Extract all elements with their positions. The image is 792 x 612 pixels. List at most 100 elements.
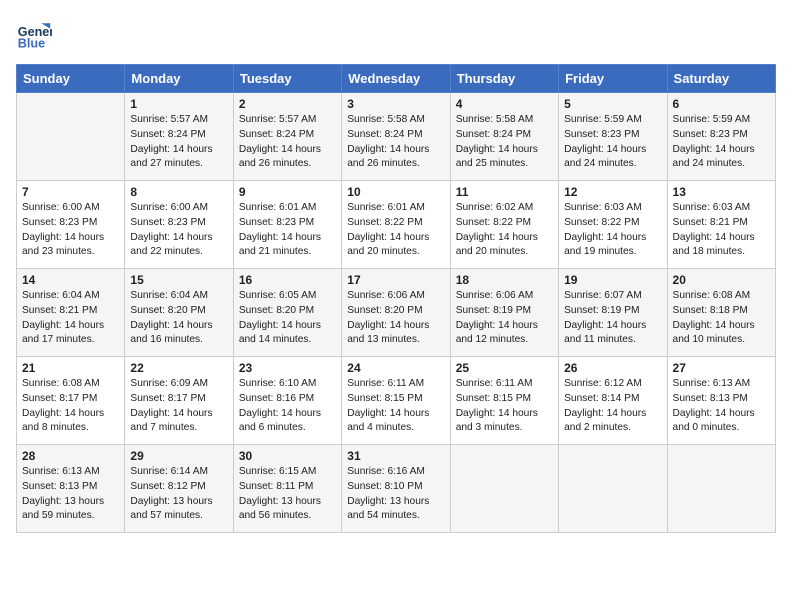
calendar-cell: 22 Sunrise: 6:09 AM Sunset: 8:17 PM Dayli… [125,357,233,445]
day-number: 2 [239,97,336,111]
calendar-week-row: 7 Sunrise: 6:00 AM Sunset: 8:23 PM Daylig… [17,181,776,269]
weekday-header: Saturday [667,65,775,93]
day-content: Sunrise: 6:03 AM Sunset: 8:21 PM Dayligh… [673,201,770,260]
calendar-cell: 11 Sunrise: 6:02 AM Sunset: 8:22 PM Dayli… [450,181,558,269]
day-content: Sunrise: 6:16 AM Sunset: 8:10 PM Dayligh… [347,465,444,524]
day-number: 29 [130,449,227,463]
day-content: Sunrise: 6:08 AM Sunset: 8:18 PM Dayligh… [673,289,770,348]
calendar-cell [559,445,667,533]
day-number: 18 [456,273,553,287]
day-number: 31 [347,449,444,463]
day-content: Sunrise: 6:05 AM Sunset: 8:20 PM Dayligh… [239,289,336,348]
day-content: Sunrise: 6:06 AM Sunset: 8:19 PM Dayligh… [456,289,553,348]
calendar-cell: 15 Sunrise: 6:04 AM Sunset: 8:20 PM Dayli… [125,269,233,357]
day-number: 6 [673,97,770,111]
day-number: 22 [130,361,227,375]
day-content: Sunrise: 6:06 AM Sunset: 8:20 PM Dayligh… [347,289,444,348]
logo-icon: General Blue [16,16,52,52]
calendar-cell: 6 Sunrise: 5:59 AM Sunset: 8:23 PM Daylig… [667,93,775,181]
calendar-cell: 10 Sunrise: 6:01 AM Sunset: 8:22 PM Dayli… [342,181,450,269]
weekday-header-row: SundayMondayTuesdayWednesdayThursdayFrid… [17,65,776,93]
day-content: Sunrise: 6:04 AM Sunset: 8:21 PM Dayligh… [22,289,119,348]
day-content: Sunrise: 6:07 AM Sunset: 8:19 PM Dayligh… [564,289,661,348]
calendar-cell: 17 Sunrise: 6:06 AM Sunset: 8:20 PM Dayli… [342,269,450,357]
calendar-cell: 12Sunrise: 6:03 AM Sunset: 8:22 PM Dayli… [559,181,667,269]
day-content: Sunrise: 6:10 AM Sunset: 8:16 PM Dayligh… [239,377,336,436]
day-number: 7 [22,185,119,199]
calendar-cell: 26 Sunrise: 6:12 AM Sunset: 8:14 PM Dayli… [559,357,667,445]
day-content: Sunrise: 5:58 AM Sunset: 8:24 PM Dayligh… [456,113,553,172]
day-number: 5 [564,97,661,111]
day-number: 23 [239,361,336,375]
day-content: Sunrise: 6:01 AM Sunset: 8:23 PM Dayligh… [239,201,336,260]
day-content: Sunrise: 6:12 AM Sunset: 8:14 PM Dayligh… [564,377,661,436]
day-content: Sunrise: 6:11 AM Sunset: 8:15 PM Dayligh… [456,377,553,436]
calendar-cell: 28 Sunrise: 6:13 AM Sunset: 8:13 PM Dayli… [17,445,125,533]
calendar-cell: 9Sunrise: 6:01 AM Sunset: 8:23 PM Daylig… [233,181,341,269]
calendar-week-row: 1 Sunrise: 5:57 AM Sunset: 8:24 PM Daylig… [17,93,776,181]
day-content: Sunrise: 6:02 AM Sunset: 8:22 PM Dayligh… [456,201,553,260]
calendar-cell: 16 Sunrise: 6:05 AM Sunset: 8:20 PM Dayli… [233,269,341,357]
calendar-cell: 23 Sunrise: 6:10 AM Sunset: 8:16 PM Dayli… [233,357,341,445]
calendar-cell: 21 Sunrise: 6:08 AM Sunset: 8:17 PM Dayli… [17,357,125,445]
day-number: 28 [22,449,119,463]
day-content: Sunrise: 5:57 AM Sunset: 8:24 PM Dayligh… [130,113,227,172]
day-number: 17 [347,273,444,287]
day-content: Sunrise: 5:58 AM Sunset: 8:24 PM Dayligh… [347,113,444,172]
day-number: 8 [130,185,227,199]
day-content: Sunrise: 5:59 AM Sunset: 8:23 PM Dayligh… [564,113,661,172]
day-content: Sunrise: 6:09 AM Sunset: 8:17 PM Dayligh… [130,377,227,436]
day-number: 15 [130,273,227,287]
calendar-cell: 5 Sunrise: 5:59 AM Sunset: 8:23 PM Daylig… [559,93,667,181]
day-number: 13 [673,185,770,199]
calendar-cell: 2 Sunrise: 5:57 AM Sunset: 8:24 PM Daylig… [233,93,341,181]
day-content: Sunrise: 6:08 AM Sunset: 8:17 PM Dayligh… [22,377,119,436]
day-number: 19 [564,273,661,287]
calendar-cell [667,445,775,533]
weekday-header: Thursday [450,65,558,93]
day-number: 11 [456,185,553,199]
calendar-week-row: 28 Sunrise: 6:13 AM Sunset: 8:13 PM Dayli… [17,445,776,533]
day-content: Sunrise: 6:11 AM Sunset: 8:15 PM Dayligh… [347,377,444,436]
weekday-header: Tuesday [233,65,341,93]
weekday-header: Sunday [17,65,125,93]
calendar-cell: 1 Sunrise: 5:57 AM Sunset: 8:24 PM Daylig… [125,93,233,181]
calendar-cell: 27Sunrise: 6:13 AM Sunset: 8:13 PM Dayli… [667,357,775,445]
calendar-cell: 8 Sunrise: 6:00 AM Sunset: 8:23 PM Daylig… [125,181,233,269]
day-content: Sunrise: 6:04 AM Sunset: 8:20 PM Dayligh… [130,289,227,348]
weekday-header: Friday [559,65,667,93]
calendar-cell: 30Sunrise: 6:15 AM Sunset: 8:11 PM Dayli… [233,445,341,533]
calendar-cell: 29 Sunrise: 6:14 AM Sunset: 8:12 PM Dayli… [125,445,233,533]
day-number: 27 [673,361,770,375]
weekday-header: Wednesday [342,65,450,93]
calendar-cell: 18 Sunrise: 6:06 AM Sunset: 8:19 PM Dayli… [450,269,558,357]
calendar-cell: 4 Sunrise: 5:58 AM Sunset: 8:24 PM Daylig… [450,93,558,181]
calendar-table: SundayMondayTuesdayWednesdayThursdayFrid… [16,64,776,533]
day-number: 20 [673,273,770,287]
day-content: Sunrise: 6:00 AM Sunset: 8:23 PM Dayligh… [22,201,119,260]
day-content: Sunrise: 6:01 AM Sunset: 8:22 PM Dayligh… [347,201,444,260]
calendar-cell: 31 Sunrise: 6:16 AM Sunset: 8:10 PM Dayli… [342,445,450,533]
calendar-cell [17,93,125,181]
day-number: 24 [347,361,444,375]
day-content: Sunrise: 5:59 AM Sunset: 8:23 PM Dayligh… [673,113,770,172]
weekday-header: Monday [125,65,233,93]
calendar-cell: 25Sunrise: 6:11 AM Sunset: 8:15 PM Dayli… [450,357,558,445]
day-number: 4 [456,97,553,111]
page-header: General Blue [16,16,776,52]
day-number: 16 [239,273,336,287]
calendar-cell: 19 Sunrise: 6:07 AM Sunset: 8:19 PM Dayli… [559,269,667,357]
day-content: Sunrise: 6:00 AM Sunset: 8:23 PM Dayligh… [130,201,227,260]
day-number: 14 [22,273,119,287]
day-content: Sunrise: 6:14 AM Sunset: 8:12 PM Dayligh… [130,465,227,524]
day-number: 1 [130,97,227,111]
day-number: 10 [347,185,444,199]
calendar-cell: 14 Sunrise: 6:04 AM Sunset: 8:21 PM Dayli… [17,269,125,357]
day-number: 21 [22,361,119,375]
calendar-week-row: 21 Sunrise: 6:08 AM Sunset: 8:17 PM Dayli… [17,357,776,445]
day-content: Sunrise: 5:57 AM Sunset: 8:24 PM Dayligh… [239,113,336,172]
day-content: Sunrise: 6:13 AM Sunset: 8:13 PM Dayligh… [22,465,119,524]
svg-text:Blue: Blue [18,37,45,51]
calendar-week-row: 14 Sunrise: 6:04 AM Sunset: 8:21 PM Dayli… [17,269,776,357]
day-number: 26 [564,361,661,375]
